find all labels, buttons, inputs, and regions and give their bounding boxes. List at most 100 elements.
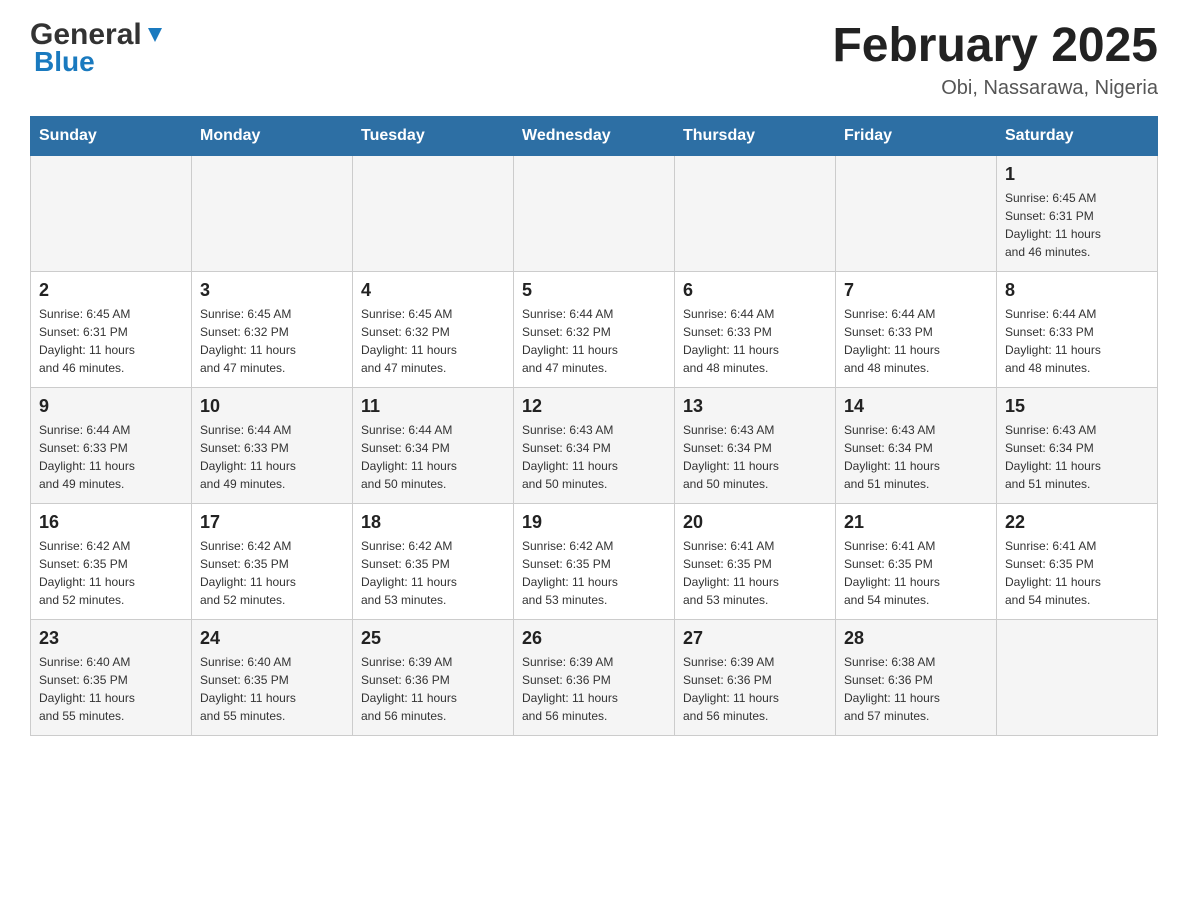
day-info: Sunrise: 6:45 AM Sunset: 6:31 PM Dayligh…: [39, 305, 183, 377]
header-monday: Monday: [192, 116, 353, 155]
table-row: 20 Sunrise: 6:41 AM Sunset: 6:35 PM Dayli…: [675, 503, 836, 619]
day-info: Sunrise: 6:44 AM Sunset: 6:34 PM Dayligh…: [361, 421, 505, 493]
day-info: Sunrise: 6:41 AM Sunset: 6:35 PM Dayligh…: [683, 537, 827, 609]
calendar-table: Sunday Monday Tuesday Wednesday Thursday…: [30, 116, 1158, 736]
calendar-row: 16 Sunrise: 6:42 AM Sunset: 6:35 PM Dayli…: [31, 503, 1158, 619]
calendar-row: 9 Sunrise: 6:44 AM Sunset: 6:33 PM Daylig…: [31, 387, 1158, 503]
day-info: Sunrise: 6:44 AM Sunset: 6:33 PM Dayligh…: [200, 421, 344, 493]
table-row: 10 Sunrise: 6:44 AM Sunset: 6:33 PM Dayli…: [192, 387, 353, 503]
day-number: 23: [39, 628, 183, 649]
table-row: [514, 155, 675, 271]
day-info: Sunrise: 6:40 AM Sunset: 6:35 PM Dayligh…: [39, 653, 183, 725]
logo-blue: Blue: [34, 48, 95, 76]
day-number: 13: [683, 396, 827, 417]
day-info: Sunrise: 6:43 AM Sunset: 6:34 PM Dayligh…: [1005, 421, 1149, 493]
day-info: Sunrise: 6:44 AM Sunset: 6:32 PM Dayligh…: [522, 305, 666, 377]
day-number: 20: [683, 512, 827, 533]
table-row: 5 Sunrise: 6:44 AM Sunset: 6:32 PM Daylig…: [514, 271, 675, 387]
table-row: 8 Sunrise: 6:44 AM Sunset: 6:33 PM Daylig…: [997, 271, 1158, 387]
header-friday: Friday: [836, 116, 997, 155]
table-row: [192, 155, 353, 271]
logo: General Blue: [30, 20, 166, 76]
table-row: [353, 155, 514, 271]
table-row: [675, 155, 836, 271]
day-info: Sunrise: 6:44 AM Sunset: 6:33 PM Dayligh…: [683, 305, 827, 377]
table-row: 24Sunrise: 6:40 AM Sunset: 6:35 PM Dayli…: [192, 619, 353, 735]
day-info: Sunrise: 6:44 AM Sunset: 6:33 PM Dayligh…: [844, 305, 988, 377]
header-tuesday: Tuesday: [353, 116, 514, 155]
day-info: Sunrise: 6:45 AM Sunset: 6:31 PM Dayligh…: [1005, 189, 1149, 261]
table-row: 18 Sunrise: 6:42 AM Sunset: 6:35 PM Dayli…: [353, 503, 514, 619]
day-number: 26: [522, 628, 666, 649]
page-header: General Blue February 2025 Obi, Nassaraw…: [30, 20, 1158, 100]
day-info: Sunrise: 6:39 AM Sunset: 6:36 PM Dayligh…: [361, 653, 505, 725]
day-info: Sunrise: 6:38 AM Sunset: 6:36 PM Dayligh…: [844, 653, 988, 725]
day-number: 21: [844, 512, 988, 533]
day-info: Sunrise: 6:43 AM Sunset: 6:34 PM Dayligh…: [844, 421, 988, 493]
day-number: 18: [361, 512, 505, 533]
table-row: 16 Sunrise: 6:42 AM Sunset: 6:35 PM Dayli…: [31, 503, 192, 619]
table-row: 21 Sunrise: 6:41 AM Sunset: 6:35 PM Dayli…: [836, 503, 997, 619]
table-row: 14 Sunrise: 6:43 AM Sunset: 6:34 PM Dayli…: [836, 387, 997, 503]
weekday-header-row: Sunday Monday Tuesday Wednesday Thursday…: [31, 116, 1158, 155]
day-number: 12: [522, 396, 666, 417]
day-number: 4: [361, 280, 505, 301]
day-number: 27: [683, 628, 827, 649]
day-info: Sunrise: 6:45 AM Sunset: 6:32 PM Dayligh…: [200, 305, 344, 377]
header-saturday: Saturday: [997, 116, 1158, 155]
day-number: 24: [200, 628, 344, 649]
table-row: [836, 155, 997, 271]
table-row: 6 Sunrise: 6:44 AM Sunset: 6:33 PM Daylig…: [675, 271, 836, 387]
table-row: 22Sunrise: 6:41 AM Sunset: 6:35 PM Dayli…: [997, 503, 1158, 619]
table-row: 25 Sunrise: 6:39 AM Sunset: 6:36 PM Dayli…: [353, 619, 514, 735]
logo-triangle-icon: [144, 24, 166, 46]
day-number: 6: [683, 280, 827, 301]
day-number: 28: [844, 628, 988, 649]
day-info: Sunrise: 6:39 AM Sunset: 6:36 PM Dayligh…: [522, 653, 666, 725]
day-info: Sunrise: 6:41 AM Sunset: 6:35 PM Dayligh…: [1005, 537, 1149, 609]
table-row: 15 Sunrise: 6:43 AM Sunset: 6:34 PM Dayli…: [997, 387, 1158, 503]
day-info: Sunrise: 6:42 AM Sunset: 6:35 PM Dayligh…: [522, 537, 666, 609]
table-row: 9 Sunrise: 6:44 AM Sunset: 6:33 PM Daylig…: [31, 387, 192, 503]
calendar-row: 23 Sunrise: 6:40 AM Sunset: 6:35 PM Dayli…: [31, 619, 1158, 735]
day-number: 9: [39, 396, 183, 417]
day-number: 1: [1005, 164, 1149, 185]
day-info: Sunrise: 6:42 AM Sunset: 6:35 PM Dayligh…: [39, 537, 183, 609]
table-row: 23 Sunrise: 6:40 AM Sunset: 6:35 PM Dayli…: [31, 619, 192, 735]
day-info: Sunrise: 6:44 AM Sunset: 6:33 PM Dayligh…: [39, 421, 183, 493]
table-row: 3 Sunrise: 6:45 AM Sunset: 6:32 PM Daylig…: [192, 271, 353, 387]
day-info: Sunrise: 6:42 AM Sunset: 6:35 PM Dayligh…: [361, 537, 505, 609]
table-row: 11 Sunrise: 6:44 AM Sunset: 6:34 PM Dayli…: [353, 387, 514, 503]
header-sunday: Sunday: [31, 116, 192, 155]
table-row: 26 Sunrise: 6:39 AM Sunset: 6:36 PM Dayli…: [514, 619, 675, 735]
table-row: 27 Sunrise: 6:39 AM Sunset: 6:36 PM Dayli…: [675, 619, 836, 735]
title-block: February 2025 Obi, Nassarawa, Nigeria: [832, 20, 1158, 100]
header-thursday: Thursday: [675, 116, 836, 155]
day-info: Sunrise: 6:41 AM Sunset: 6:35 PM Dayligh…: [844, 537, 988, 609]
day-number: 7: [844, 280, 988, 301]
table-row: 12 Sunrise: 6:43 AM Sunset: 6:34 PM Dayli…: [514, 387, 675, 503]
table-row: 19 Sunrise: 6:42 AM Sunset: 6:35 PM Dayli…: [514, 503, 675, 619]
day-number: 3: [200, 280, 344, 301]
day-info: Sunrise: 6:44 AM Sunset: 6:33 PM Dayligh…: [1005, 305, 1149, 377]
day-number: 16: [39, 512, 183, 533]
day-number: 5: [522, 280, 666, 301]
day-number: 11: [361, 396, 505, 417]
day-info: Sunrise: 6:45 AM Sunset: 6:32 PM Dayligh…: [361, 305, 505, 377]
day-number: 10: [200, 396, 344, 417]
day-info: Sunrise: 6:39 AM Sunset: 6:36 PM Dayligh…: [683, 653, 827, 725]
table-row: 13Sunrise: 6:43 AM Sunset: 6:34 PM Dayli…: [675, 387, 836, 503]
table-row: 2 Sunrise: 6:45 AM Sunset: 6:31 PM Daylig…: [31, 271, 192, 387]
day-info: Sunrise: 6:43 AM Sunset: 6:34 PM Dayligh…: [522, 421, 666, 493]
day-number: 25: [361, 628, 505, 649]
header-wednesday: Wednesday: [514, 116, 675, 155]
calendar-row: 1 Sunrise: 6:45 AM Sunset: 6:31 PM Daylig…: [31, 155, 1158, 271]
table-row: 28 Sunrise: 6:38 AM Sunset: 6:36 PM Dayli…: [836, 619, 997, 735]
page-title: February 2025: [832, 20, 1158, 73]
day-number: 8: [1005, 280, 1149, 301]
day-number: 15: [1005, 396, 1149, 417]
table-row: 7 Sunrise: 6:44 AM Sunset: 6:33 PM Daylig…: [836, 271, 997, 387]
day-number: 2: [39, 280, 183, 301]
day-number: 14: [844, 396, 988, 417]
day-number: 19: [522, 512, 666, 533]
